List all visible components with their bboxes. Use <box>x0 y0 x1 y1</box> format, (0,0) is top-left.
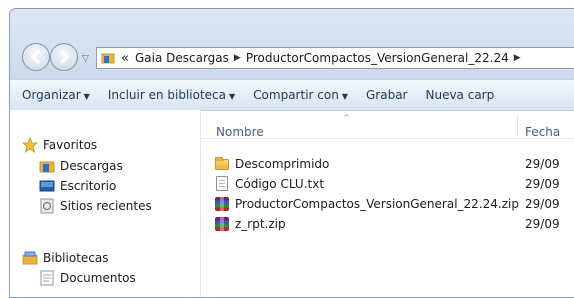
file-name: ProductorCompactos_VersionGeneral_22.24.… <box>235 197 519 211</box>
file-list-pane: ^ Nombre Fecha Descomprimido 29/09 Códig… <box>201 110 574 297</box>
navigation-bar: ▽ « Gaia Descargas ▶ ProductorCompactos_… <box>10 35 574 75</box>
nav-item-documentos[interactable]: Documentos <box>39 270 136 286</box>
nav-item-label: Escritorio <box>60 179 117 193</box>
libraries-icon <box>22 251 38 265</box>
file-date: 29/09 <box>525 217 560 231</box>
documents-icon <box>40 270 54 286</box>
breadcrumb-gaia-descargas[interactable]: Gaia Descargas <box>132 51 232 65</box>
file-date: 29/09 <box>525 157 560 171</box>
column-header-row: ^ Nombre Fecha <box>201 110 574 139</box>
include-library-label: Incluir en biblioteca <box>107 88 227 102</box>
downloads-folder-icon <box>39 161 55 173</box>
nav-favorites[interactable]: Favoritos <box>22 137 97 153</box>
nav-bibliotecas-label: Bibliotecas <box>43 251 109 265</box>
content-area: Favoritos Descargas Escritorio Sitios re… <box>10 110 574 297</box>
nav-favorites-label: Favoritos <box>43 138 98 152</box>
nav-item-sitios-recientes[interactable]: Sitios recientes <box>39 198 152 214</box>
burn-button[interactable]: Grabar <box>357 88 417 102</box>
address-bar[interactable]: « Gaia Descargas ▶ ProductorCompactos_Ve… <box>96 47 574 69</box>
back-button[interactable] <box>22 43 50 71</box>
navigation-pane: Favoritos Descargas Escritorio Sitios re… <box>10 110 201 297</box>
column-header-date[interactable]: Fecha <box>525 125 560 139</box>
star-icon <box>22 137 38 153</box>
chevron-right-icon[interactable]: ▶ <box>232 53 243 63</box>
file-name: Descomprimido <box>235 157 330 171</box>
sort-ascending-icon: ^ <box>343 113 350 122</box>
organize-label: Organizar <box>22 88 81 102</box>
folder-icon <box>214 156 230 172</box>
text-file-icon <box>214 176 230 192</box>
forward-button[interactable] <box>50 43 78 71</box>
winrar-archive-icon <box>214 196 230 212</box>
chevron-down-icon: ▼ <box>341 92 348 101</box>
file-date: 29/09 <box>525 177 560 191</box>
explorer-window: ▽ « Gaia Descargas ▶ ProductorCompactos_… <box>9 8 574 298</box>
share-with-menu[interactable]: Compartir con ▼ <box>244 88 357 102</box>
chevron-right-icon[interactable]: ▶ <box>512 53 523 63</box>
file-row-z-rpt-zip[interactable]: z_rpt.zip 29/09 <box>201 215 574 234</box>
include-library-menu[interactable]: Incluir en biblioteca ▼ <box>99 88 244 102</box>
file-row-descomprimido[interactable]: Descomprimido 29/09 <box>201 155 574 174</box>
arrow-right-icon <box>60 50 70 64</box>
nav-item-label: Sitios recientes <box>60 199 152 213</box>
file-name: z_rpt.zip <box>235 217 286 231</box>
chevron-down-icon: ▼ <box>229 92 236 101</box>
recent-places-icon <box>40 198 54 214</box>
desktop-icon <box>39 180 55 192</box>
address-overflow[interactable]: « <box>119 51 132 66</box>
organize-menu[interactable]: Organizar ▼ <box>10 88 99 102</box>
nav-bibliotecas[interactable]: Bibliotecas <box>22 250 108 266</box>
recent-pages-dropdown[interactable]: ▽ <box>82 54 89 64</box>
new-folder-button[interactable]: Nueva carp <box>416 88 503 102</box>
file-date: 29/09 <box>525 197 560 211</box>
nav-item-escritorio[interactable]: Escritorio <box>39 178 116 194</box>
title-bar <box>10 9 574 35</box>
breadcrumb-current-folder[interactable]: ProductorCompactos_VersionGeneral_22.24 <box>243 51 512 65</box>
nav-item-label: Documentos <box>60 271 136 285</box>
chevron-down-icon: ▼ <box>83 92 90 101</box>
file-row-productor-zip[interactable]: ProductorCompactos_VersionGeneral_22.24.… <box>201 195 574 214</box>
window-chrome: ▽ « Gaia Descargas ▶ ProductorCompactos_… <box>10 9 574 89</box>
share-with-label: Compartir con <box>253 88 339 102</box>
folder-icon <box>101 53 115 64</box>
column-divider[interactable] <box>517 115 518 137</box>
winrar-archive-icon <box>214 216 230 232</box>
file-row-codigo-clu[interactable]: Código CLU.txt 29/09 <box>201 175 574 194</box>
column-header-name[interactable]: Nombre <box>216 125 264 139</box>
nav-item-label: Descargas <box>60 159 123 173</box>
command-bar: Organizar ▼ Incluir en biblioteca ▼ Compar… <box>10 79 574 111</box>
nav-item-descargas[interactable]: Descargas <box>39 158 123 174</box>
arrow-left-icon <box>30 50 40 64</box>
file-name: Código CLU.txt <box>235 177 325 191</box>
